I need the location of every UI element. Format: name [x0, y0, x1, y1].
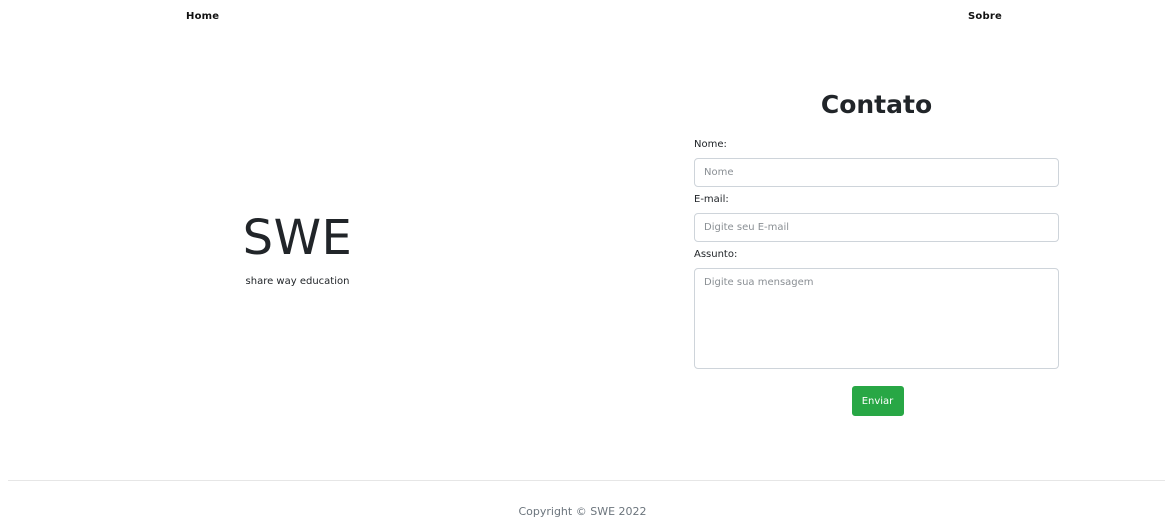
- nav-link-home[interactable]: Home: [186, 11, 219, 22]
- contact-title: Contato: [820, 90, 933, 119]
- subject-label: Assunto:: [694, 249, 738, 260]
- contact-form: Contato Nome: E-mail: Assunto: Enviar: [694, 88, 1059, 416]
- top-nav: Home Sobre: [0, 0, 1165, 36]
- message-textarea[interactable]: [694, 268, 1059, 369]
- send-button[interactable]: Enviar: [851, 386, 904, 416]
- brand-tagline: share way education: [245, 276, 350, 287]
- submit-row: Enviar: [694, 386, 1059, 416]
- nav-link-sobre[interactable]: Sobre: [968, 11, 1002, 22]
- email-input[interactable]: [694, 213, 1059, 242]
- brand-logo: SWE: [242, 210, 353, 266]
- name-label: Nome:: [694, 139, 727, 150]
- brand-section: SWE share way education: [0, 208, 595, 287]
- email-label: E-mail:: [694, 194, 729, 205]
- footer-copyright: Copyright © SWE 2022: [518, 505, 647, 518]
- footer-divider: [8, 480, 1165, 481]
- name-input[interactable]: [694, 158, 1059, 187]
